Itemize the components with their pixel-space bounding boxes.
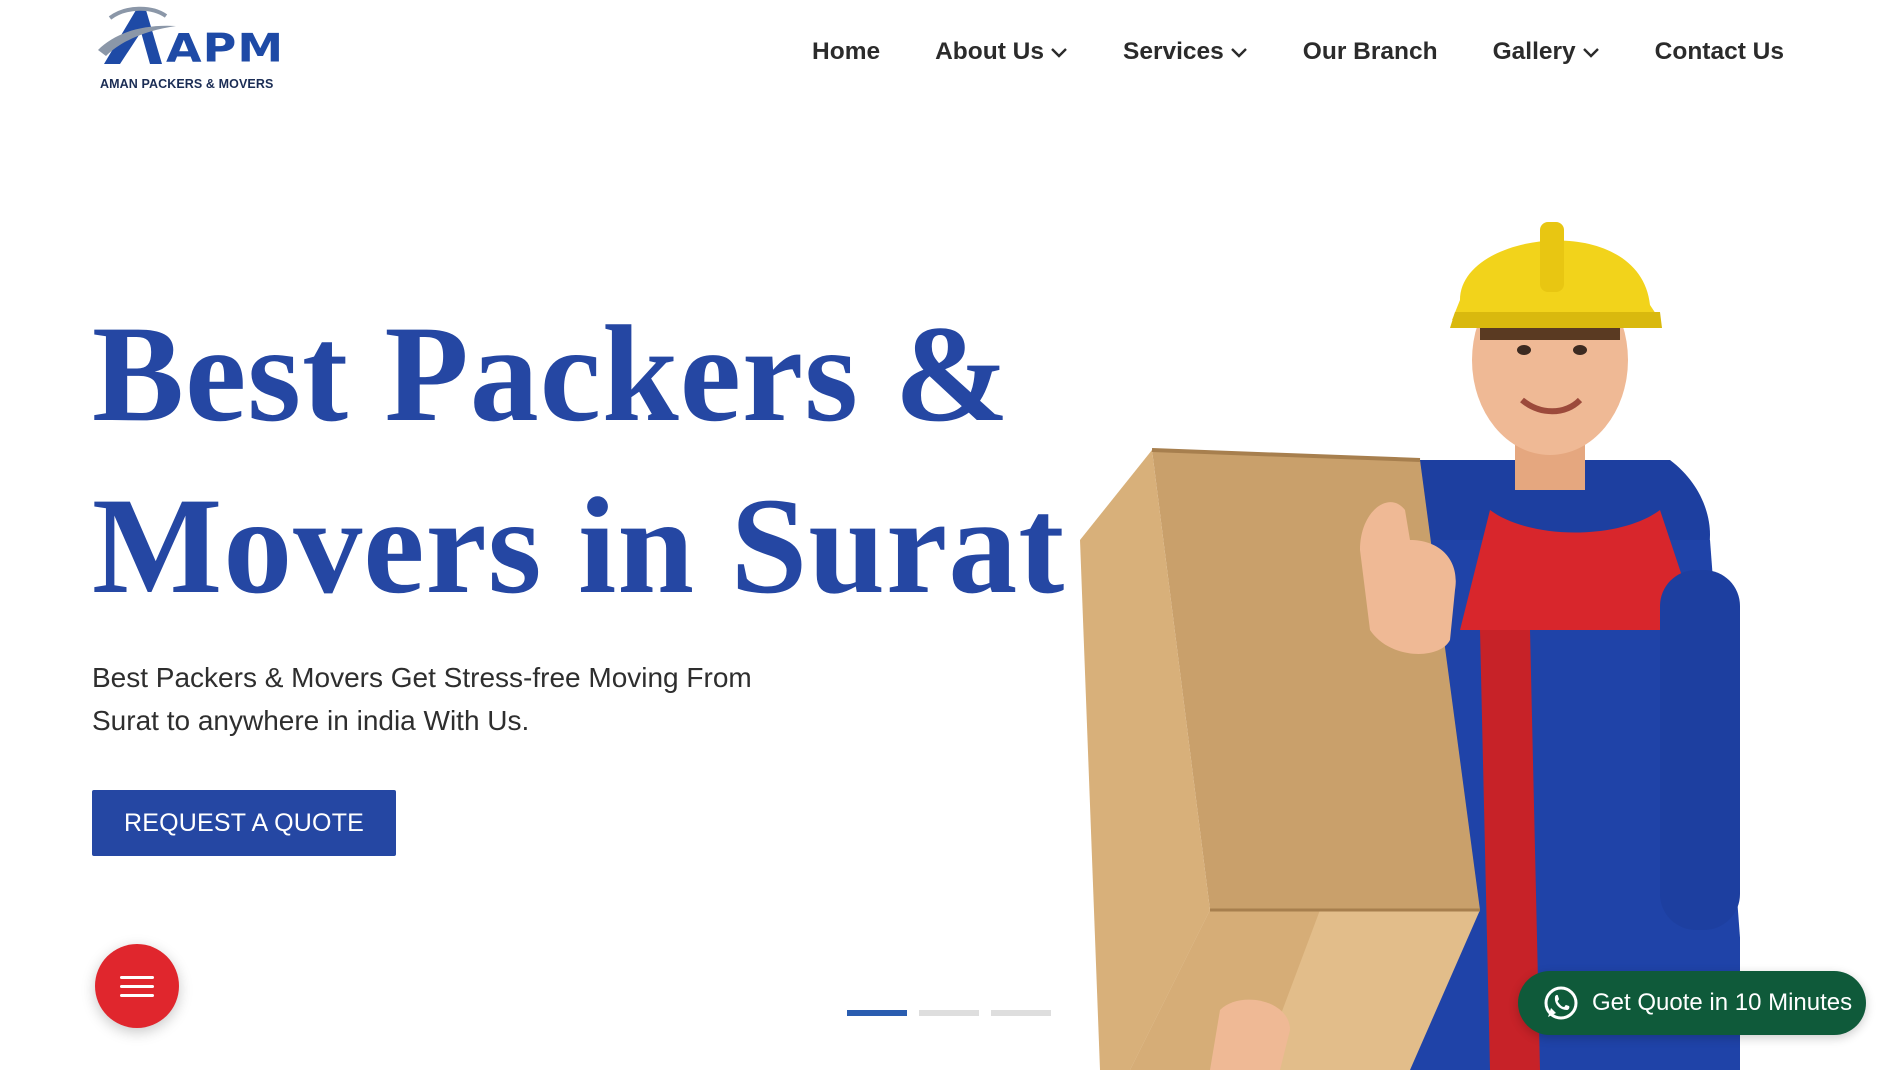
whatsapp-quote-label: Get Quote in 10 Minutes [1592, 989, 1853, 1016]
nav-label: Contact Us [1654, 38, 1784, 65]
floating-menu-button[interactable] [95, 944, 179, 1028]
slider-dot-2[interactable] [919, 1010, 979, 1016]
logo-tagline: AMAN PACKERS & MOVERS [100, 77, 274, 91]
mover-holding-box-illustration [1080, 222, 1740, 1070]
nav-item-about-us[interactable]: About Us [935, 38, 1068, 66]
nav-item-services[interactable]: Services [1123, 38, 1248, 66]
request-quote-button[interactable]: REQUEST A QUOTE [92, 790, 396, 856]
site-logo[interactable]: APM AMAN PACKERS & MOVERS [96, 4, 286, 91]
hero-title: Best Packers & Movers in Surat [92, 288, 1152, 632]
chevron-down-icon [1230, 48, 1247, 58]
whatsapp-icon [1544, 986, 1578, 1020]
nav-label: Our Branch [1302, 38, 1438, 65]
slider-dot-3[interactable] [991, 1010, 1051, 1016]
main-navigation: Home About Us Services Our Branch Galler… [757, 38, 1784, 66]
hamburger-icon [120, 975, 154, 979]
hero-subtitle: Best Packers & Movers Get Stress-free Mo… [92, 656, 812, 742]
chevron-down-icon [1051, 48, 1067, 58]
hero-title-line: Movers in Surat [92, 469, 1066, 622]
hero-subtitle-line: Surat to anywhere in india With Us. [92, 705, 530, 736]
nav-label: Home [812, 38, 881, 65]
slider-pagination [847, 1010, 1063, 1016]
hero-title-line: Best Packers & [92, 297, 1011, 450]
chevron-down-icon [1582, 48, 1599, 58]
nav-label: About Us [935, 38, 1044, 65]
slider-dot-1[interactable] [847, 1010, 907, 1016]
logo-wordmark: APM [166, 24, 285, 72]
nav-item-contact-us[interactable]: Contact Us [1655, 38, 1784, 66]
nav-label: Services [1122, 38, 1224, 65]
hero-subtitle-line: Best Packers & Movers Get Stress-free Mo… [92, 662, 752, 693]
nav-item-gallery[interactable]: Gallery [1493, 38, 1600, 66]
nav-label: Gallery [1492, 38, 1576, 65]
nav-item-our-branch[interactable]: Our Branch [1303, 38, 1438, 66]
nav-item-home[interactable]: Home [812, 38, 880, 66]
whatsapp-quote-button[interactable]: Get Quote in 10 Minutes [1518, 971, 1866, 1035]
